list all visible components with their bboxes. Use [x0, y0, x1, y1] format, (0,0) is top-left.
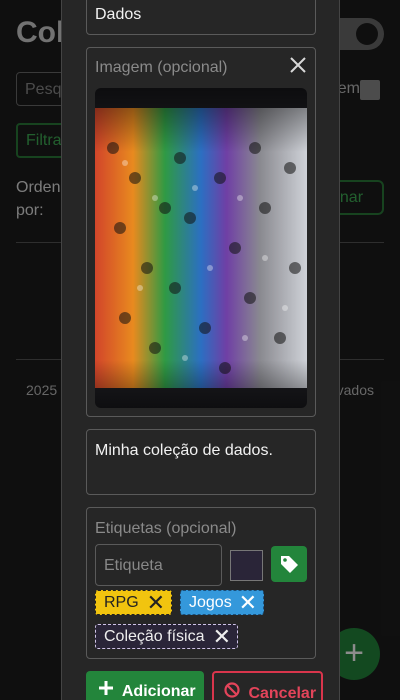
close-icon[interactable]: ✕: [239, 591, 257, 615]
tag-input[interactable]: Etiqueta: [95, 544, 222, 586]
image-field: Imagem (opcional): [86, 47, 316, 417]
dice-photo: [95, 88, 307, 408]
cancel-button-label: Cancelar: [248, 685, 317, 700]
tag-chip-label: Jogos: [189, 594, 232, 611]
description-field[interactable]: Minha coleção de dados.: [86, 429, 316, 495]
image-field-label: Imagem (opcional): [95, 59, 228, 76]
tag-color-picker[interactable]: [230, 550, 263, 581]
add-item-dialog: Dados Imagem (opcional) Minha coleção de…: [61, 0, 340, 700]
tag-chip: Coleção física ✕: [95, 624, 238, 649]
cancel-button[interactable]: Cancelar: [212, 671, 323, 700]
add-tag-button[interactable]: [271, 546, 307, 582]
tag-chip: RPG ✕: [95, 590, 172, 615]
ban-icon: [224, 682, 244, 700]
tag-chip-label: Coleção física: [104, 628, 205, 645]
tags-field-label: Etiquetas (opcional): [95, 520, 237, 537]
tags-field: Etiquetas (opcional) Etiqueta RPG ✕ Jogo…: [86, 507, 316, 659]
tag-chip: Jogos ✕: [180, 590, 264, 615]
plus-icon: [98, 680, 118, 700]
close-icon[interactable]: ✕: [213, 625, 231, 649]
name-field[interactable]: Dados: [86, 0, 316, 35]
close-icon[interactable]: ✕: [147, 591, 165, 615]
close-icon[interactable]: [289, 56, 307, 78]
add-button-label: Adicionar: [121, 683, 196, 700]
tag-icon: [281, 556, 298, 573]
add-button[interactable]: Adicionar: [86, 671, 204, 700]
tag-chip-label: RPG: [104, 594, 139, 611]
